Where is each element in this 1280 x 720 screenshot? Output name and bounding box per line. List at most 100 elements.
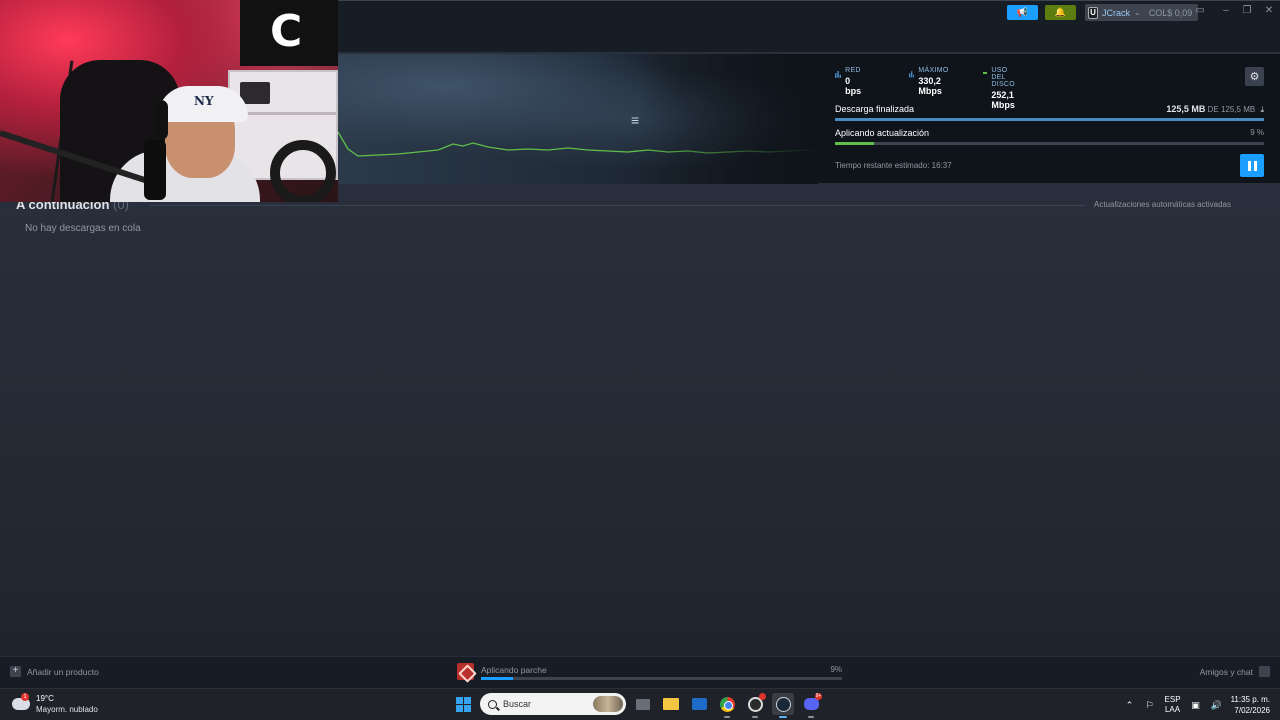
stat-network-value: 0 bps: [845, 76, 862, 96]
patch-percent: 9%: [830, 665, 842, 674]
clock-time: 11:35 p. m.: [1230, 695, 1270, 704]
chat-icon: [1259, 666, 1270, 677]
download-settings-button[interactable]: ⚙: [1245, 67, 1264, 86]
big-picture-button[interactable]: ▭: [1193, 5, 1207, 17]
file-explorer-button[interactable]: [660, 693, 682, 715]
discord-button[interactable]: 9+: [800, 693, 822, 718]
temperature: 19°C: [36, 694, 54, 703]
search-icon: [488, 699, 497, 709]
mail-icon: [691, 698, 707, 710]
microphone: [144, 140, 166, 200]
chevron-down-icon: ⌄: [1134, 8, 1141, 17]
friends-chat-button[interactable]: Amigos y chat: [1200, 666, 1270, 677]
folder-icon: [663, 698, 679, 710]
steam-button[interactable]: [772, 693, 794, 718]
window-titlebar: 📢 🔔 U JCrack ⌄ COL$ 0,09 ▭ – ❐ ✕: [338, 0, 1280, 52]
download-amount: 125,5 MB: [1166, 104, 1206, 114]
download-size: 125,5 MB DE 125,5 MB ⤓: [1166, 104, 1264, 115]
task-view-icon: [636, 698, 650, 710]
clock-date: 7/02/2026: [1234, 706, 1270, 715]
chrome-button[interactable]: [716, 693, 738, 718]
maximize-icon: ❐: [1242, 5, 1252, 16]
hamburger-menu-icon[interactable]: ≡: [631, 113, 645, 127]
search-placeholder: Buscar: [503, 699, 532, 709]
webcam-overlay: [0, 0, 338, 202]
volume-icon[interactable]: 🔊: [1211, 700, 1222, 710]
task-view-button[interactable]: [632, 693, 654, 715]
game-artwork: ≡: [338, 54, 818, 184]
logo-sign: [240, 0, 338, 66]
minimize-icon: –: [1223, 5, 1229, 16]
close-button[interactable]: ✕: [1262, 5, 1276, 17]
discord-icon: [803, 698, 819, 710]
active-download-panel: ≡ RED 0 bps MÁXIMO 330,2 Mbps USO DEL DI…: [338, 53, 1280, 184]
queue-empty-message: No hay descargas en cola: [25, 223, 141, 234]
chrome-icon: [719, 696, 735, 712]
lang-layout: LAA: [1164, 705, 1181, 714]
megaphone-icon: 📢: [1016, 7, 1029, 17]
recording-dot: [759, 693, 766, 700]
avatar: U: [1088, 6, 1098, 19]
windows-taskbar: 1 19°C Mayorm. nublado Buscar 9+ ⌃ ⚐ ESP…: [0, 688, 1280, 720]
download-icon: ⤓: [1260, 105, 1264, 114]
gear-icon: ⚙: [1249, 71, 1260, 83]
taskbar-apps: Buscar 9+: [452, 693, 822, 718]
system-tray: ⌃ ⚐ ESP LAA ▣ 🔊 11:35 p. m. 7/02/2026: [1125, 694, 1270, 716]
download-progress-bar: [835, 118, 1264, 121]
streamer: [110, 80, 260, 202]
maximize-button[interactable]: ❐: [1240, 5, 1254, 17]
cloud-icon: 1: [12, 693, 30, 710]
username: JCrack: [1102, 7, 1131, 18]
time-remaining: Tiempo restante estimado: 16:37: [835, 161, 952, 170]
chevron-up-icon[interactable]: ⌃: [1125, 700, 1135, 710]
steam-icon: [775, 696, 791, 712]
search-highlight-image: [593, 696, 623, 712]
close-icon: ✕: [1264, 5, 1274, 16]
add-product-button[interactable]: + Añadir un producto: [10, 666, 99, 677]
auto-updates-status[interactable]: Actualizaciones automáticas activadas: [1094, 200, 1231, 209]
add-product-label: Añadir un producto: [27, 666, 99, 677]
stat-peak: MÁXIMO 330,2 Mbps: [909, 67, 951, 96]
weather-widget[interactable]: 1 19°C Mayorm. nublado: [12, 693, 98, 715]
account-menu[interactable]: U JCrack ⌄ COL$ 0,09: [1085, 4, 1199, 21]
notifications-button[interactable]: 🔔: [1045, 5, 1076, 20]
download-status-label: Descarga finalizada: [835, 104, 915, 114]
clock[interactable]: 11:35 p. m. 7/02/2026: [1231, 694, 1270, 716]
queue-divider: [150, 205, 1085, 206]
pause-button[interactable]: [1240, 154, 1264, 177]
bell-icon: 🔔: [1054, 7, 1067, 17]
patch-label: Aplicando parche: [481, 665, 547, 675]
minimize-button[interactable]: –: [1219, 5, 1233, 17]
update-progress-row: Aplicando actualización 9 %: [835, 128, 1264, 145]
update-percent: 9 %: [1250, 128, 1264, 137]
microphone-icon[interactable]: ⚐: [1145, 700, 1155, 710]
language-indicator[interactable]: ESP LAA: [1165, 695, 1181, 715]
start-button[interactable]: [452, 693, 474, 715]
disk-legend-line: [983, 72, 988, 74]
stat-network: RED 0 bps: [835, 67, 863, 96]
plus-icon: +: [10, 666, 21, 677]
mail-button[interactable]: [688, 693, 710, 715]
bar-chart-icon: [835, 70, 842, 78]
lang-code: ESP: [1164, 695, 1181, 704]
windows-icon: [455, 696, 471, 712]
announcements-button[interactable]: 📢: [1007, 5, 1038, 20]
monitor-icon: ▭: [1195, 5, 1205, 16]
taskbar-search[interactable]: Buscar: [480, 693, 626, 715]
wallet-balance: COL$ 0,09: [1148, 7, 1193, 18]
update-status-label: Aplicando actualización: [835, 128, 930, 138]
downloads-status[interactable]: Aplicando parche 9%: [457, 663, 842, 683]
update-progress-bar: [835, 142, 1264, 145]
stat-peak-value: 330,2 Mbps: [918, 76, 942, 96]
network-icon[interactable]: ▣: [1191, 700, 1201, 710]
stat-peak-label: MÁXIMO: [918, 67, 949, 74]
stat-disk-label: USO DEL DISCO: [991, 67, 1016, 88]
stat-network-label: RED: [845, 67, 861, 74]
pause-icon-bar: [1253, 160, 1257, 171]
friends-label: Amigos y chat: [1199, 666, 1253, 677]
bar-chart-icon: [909, 71, 915, 78]
obs-button[interactable]: [744, 693, 766, 718]
download-total: DE 125,5 MB: [1207, 105, 1256, 114]
game-thumbnail: [457, 663, 474, 680]
patch-progress-bar: [481, 677, 842, 680]
